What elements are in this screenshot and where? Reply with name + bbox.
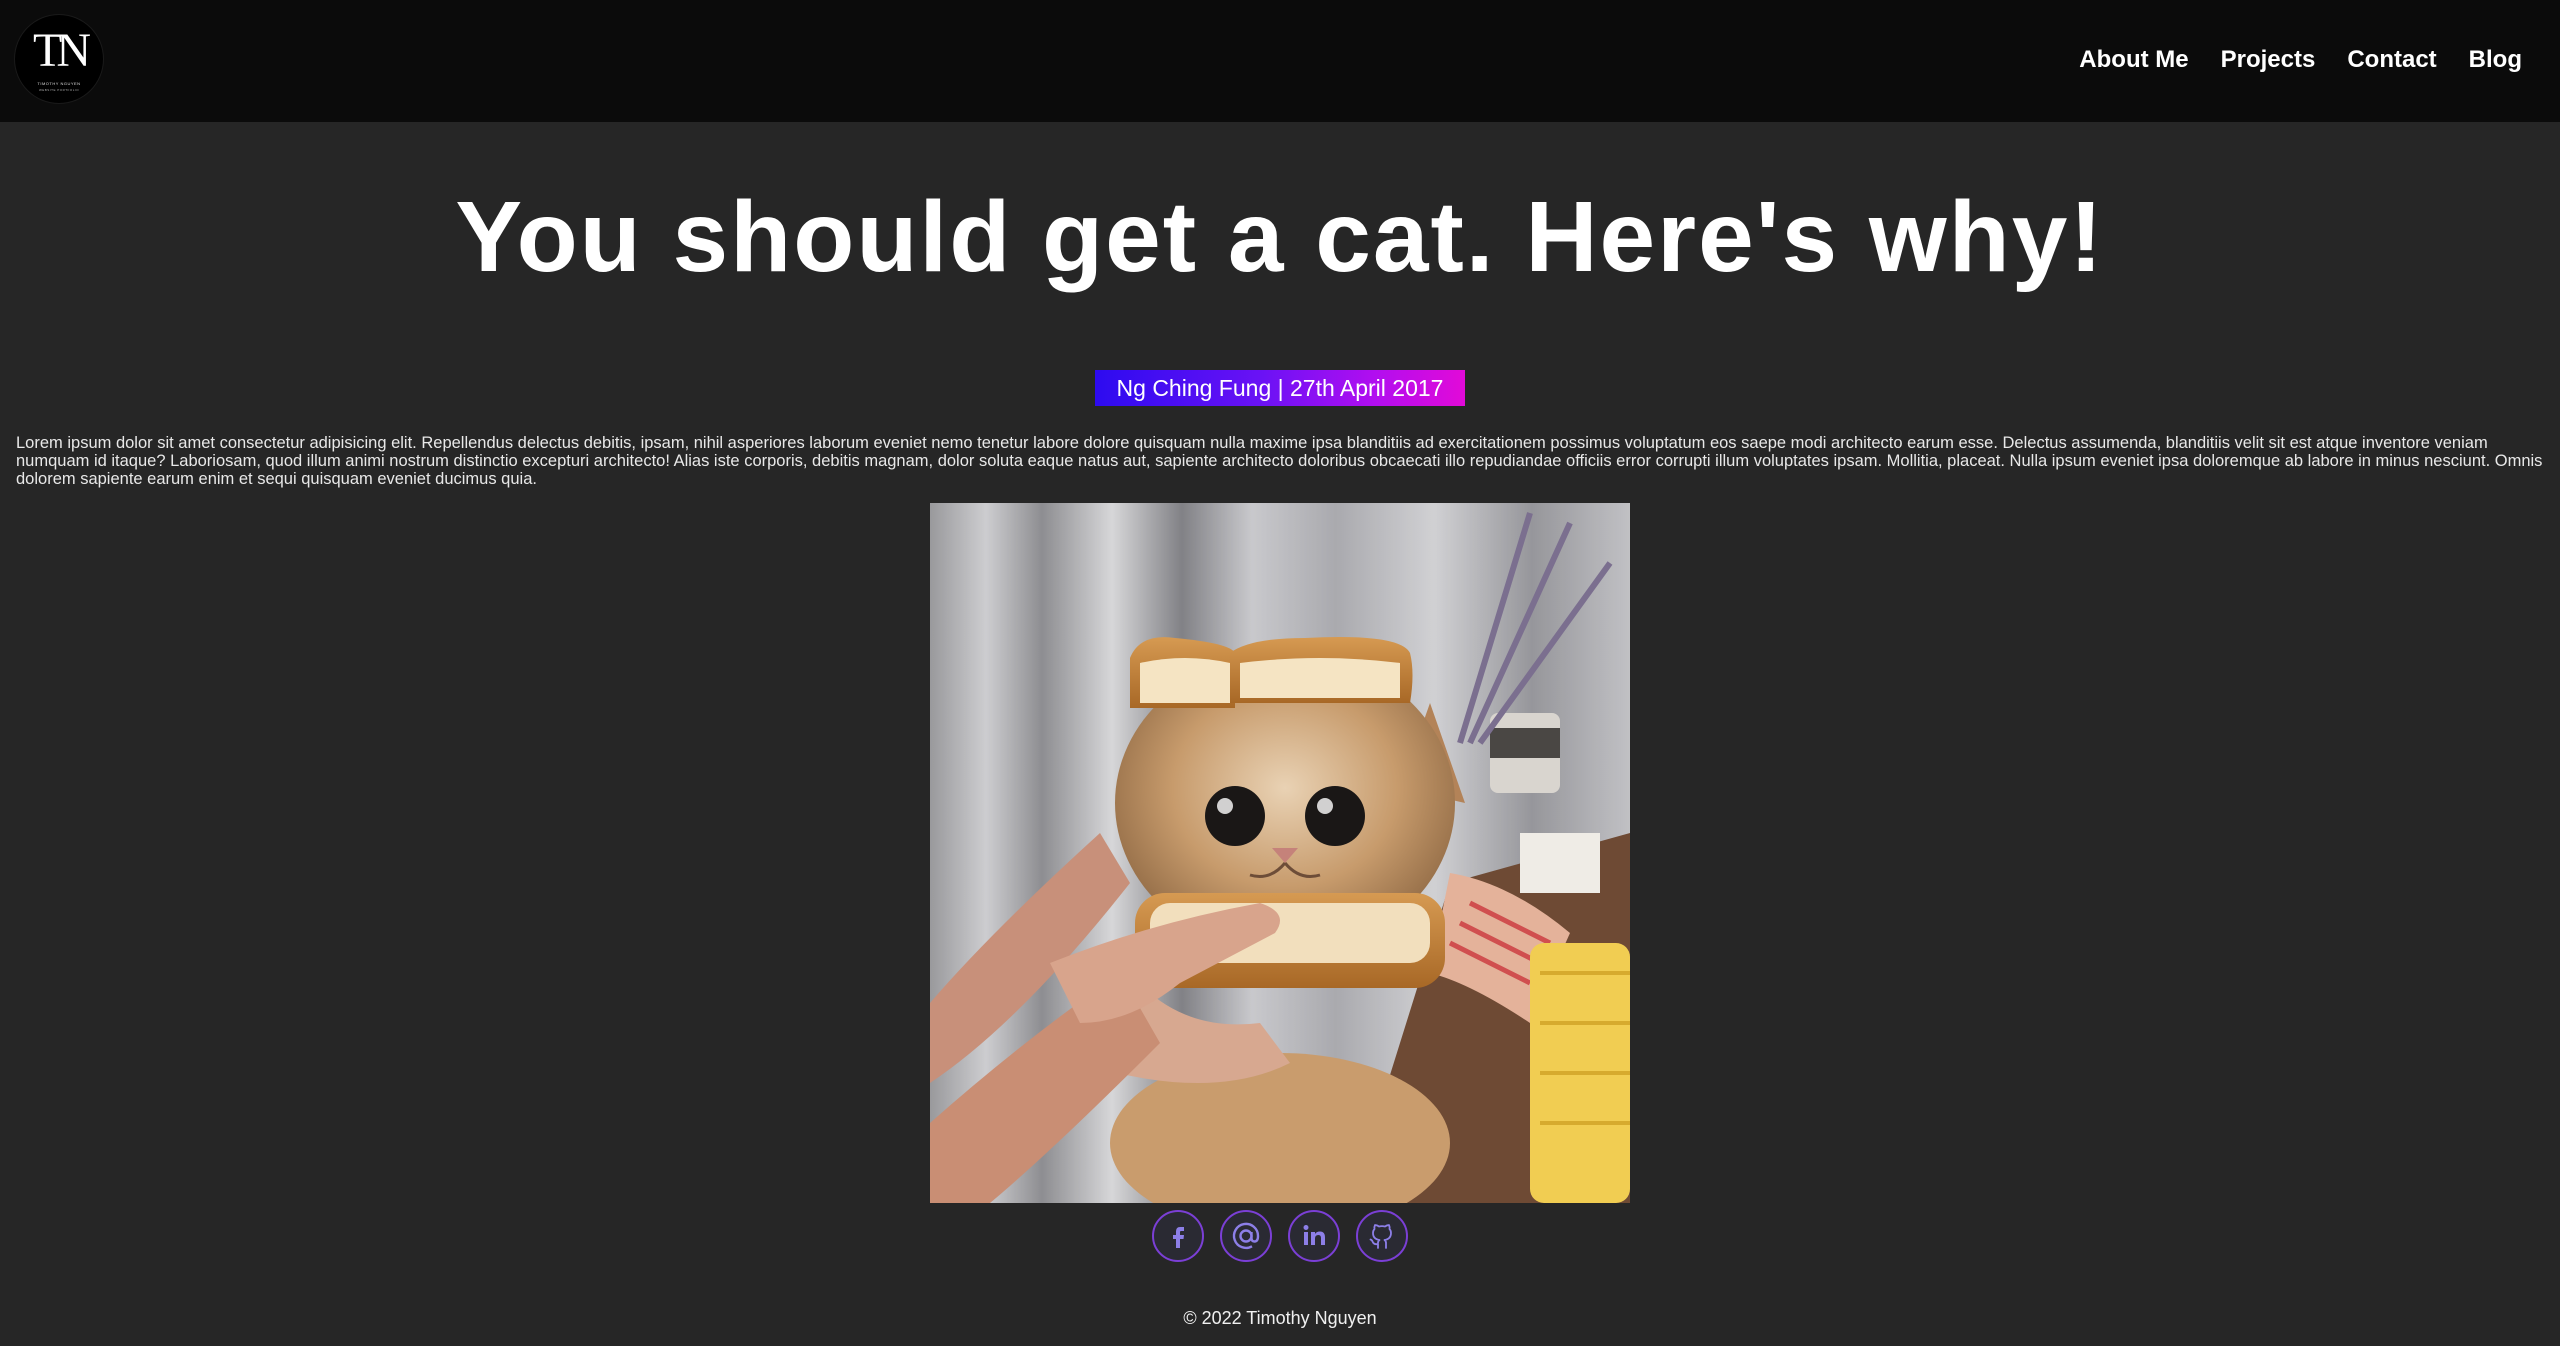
github-link[interactable] bbox=[1356, 1210, 1408, 1262]
email-icon bbox=[1232, 1222, 1260, 1250]
main-nav: About Me Projects Contact Blog bbox=[2079, 44, 2522, 76]
email-link[interactable] bbox=[1220, 1210, 1272, 1262]
linkedin-icon bbox=[1303, 1225, 1325, 1245]
linkedin-link[interactable] bbox=[1288, 1210, 1340, 1262]
nav-contact-link[interactable]: Contact bbox=[2347, 44, 2436, 76]
logo-name-text: TIMOTHY NGUYEN bbox=[37, 81, 81, 86]
social-links bbox=[0, 1210, 2560, 1262]
cat-photo-illustration bbox=[930, 503, 1630, 1203]
site-header: TN TIMOTHY NGUYEN WEBSITE PORTFOLIO Abou… bbox=[0, 0, 2560, 122]
nav-blog-link[interactable]: Blog bbox=[2469, 44, 2522, 76]
nav-projects-link[interactable]: Projects bbox=[2221, 44, 2316, 76]
article-title: You should get a cat. Here's why! bbox=[455, 181, 2105, 293]
github-icon bbox=[1369, 1224, 1392, 1249]
nav-about-me-link[interactable]: About Me bbox=[2079, 44, 2188, 76]
byline-container: Ng Ching Fung | 27th April 2017 bbox=[0, 370, 2560, 406]
article-byline: Ng Ching Fung | 27th April 2017 bbox=[1094, 370, 1466, 406]
facebook-icon bbox=[1173, 1227, 1184, 1248]
footer-copyright: © 2022 Timothy Nguyen bbox=[1183, 1308, 1377, 1328]
article-body: Lorem ipsum dolor sit amet consectetur a… bbox=[16, 434, 2543, 488]
site-logo[interactable]: TN TIMOTHY NGUYEN WEBSITE PORTFOLIO bbox=[15, 15, 103, 103]
cat-photo bbox=[930, 503, 1630, 1203]
logo-monogram: TN bbox=[33, 24, 91, 77]
facebook-link[interactable] bbox=[1152, 1210, 1204, 1262]
logo-tagline-text: WEBSITE PORTFOLIO bbox=[38, 88, 80, 92]
